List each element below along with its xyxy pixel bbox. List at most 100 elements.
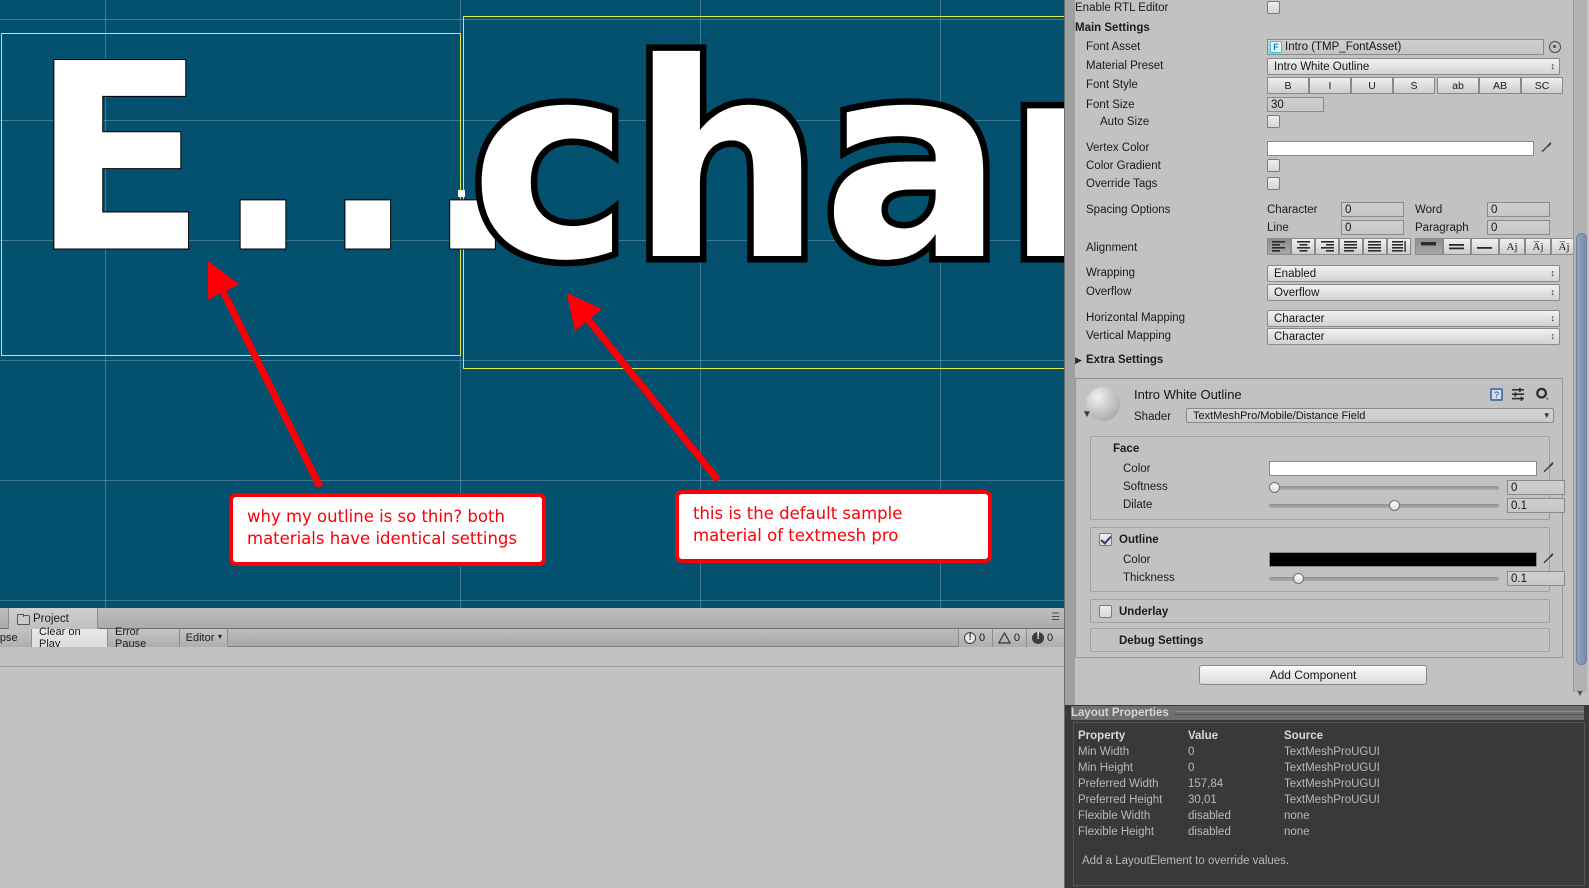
layout-properties-body: Property Value Source Min Width 0 TextMe… bbox=[1073, 722, 1585, 886]
warning-count[interactable]: 0 bbox=[992, 629, 1026, 647]
editor-dropdown[interactable]: Editor ▾ bbox=[180, 629, 228, 647]
vertical-mapping-dropdown[interactable]: Character ↕ bbox=[1267, 328, 1560, 345]
align-right-icon[interactable] bbox=[1315, 238, 1339, 255]
face-dilate-input[interactable]: 0.1 bbox=[1507, 498, 1565, 513]
enable-rtl-editor-checkbox[interactable] bbox=[1267, 1, 1280, 14]
valign-top-icon[interactable] bbox=[1415, 238, 1443, 255]
font-size-input[interactable]: 30 bbox=[1267, 97, 1324, 112]
horizontal-mapping-dropdown[interactable]: Character ↕ bbox=[1267, 310, 1560, 327]
spacing-paragraph-input[interactable]: 0 bbox=[1487, 220, 1550, 235]
inspector-left-strip bbox=[1065, 0, 1075, 705]
collapse-button[interactable]: lapse bbox=[0, 629, 32, 647]
font-asset-field[interactable]: F Intro (TMP_FontAsset) bbox=[1267, 39, 1544, 55]
overflow-dropdown[interactable]: Overflow ↕ bbox=[1267, 284, 1560, 301]
row-override-tags: Override Tags bbox=[1075, 176, 1563, 194]
outline-thickness-slider-knob[interactable] bbox=[1293, 573, 1305, 584]
main-settings-header: Main Settings bbox=[1075, 22, 1150, 34]
font-style-smallcaps-button[interactable]: SC bbox=[1521, 77, 1563, 94]
triangle-right-icon[interactable]: ▶ bbox=[1075, 355, 1082, 366]
spacing-line-input[interactable]: 0 bbox=[1341, 220, 1404, 235]
wrapping-label: Wrapping bbox=[1086, 267, 1136, 279]
underlay-checkbox[interactable] bbox=[1099, 605, 1112, 618]
warning-count-value: 0 bbox=[1013, 632, 1020, 644]
row-value: 0 bbox=[1188, 762, 1195, 774]
triangle-down-icon[interactable]: ▼ bbox=[1082, 409, 1092, 420]
inspector-scrollbar[interactable] bbox=[1573, 0, 1587, 692]
spacing-options-label: Spacing Options bbox=[1086, 204, 1171, 216]
spacing-line-label: Line bbox=[1267, 222, 1289, 234]
chevron-down-icon: ▾ bbox=[1544, 410, 1549, 420]
face-dilate-slider-track[interactable] bbox=[1269, 504, 1499, 508]
scene-grid-line bbox=[0, 480, 1064, 481]
row-value: 0 bbox=[1188, 746, 1195, 758]
bottom-dock: Project ☰ lapse Clear on Play Error Paus… bbox=[0, 608, 1064, 888]
scene-view[interactable]: E... char why my outline is so thin? bot… bbox=[0, 0, 1064, 608]
spacing-character-input[interactable]: 0 bbox=[1341, 202, 1404, 217]
row-source: none bbox=[1284, 810, 1310, 822]
vertex-color-swatch[interactable] bbox=[1267, 141, 1534, 156]
scroll-down-icon[interactable]: ▼ bbox=[1574, 687, 1586, 699]
clear-on-play-button[interactable]: Clear on Play bbox=[32, 626, 108, 650]
add-component-button[interactable]: Add Component bbox=[1199, 665, 1427, 685]
face-softness-slider-track[interactable] bbox=[1269, 486, 1499, 490]
outline-color-swatch[interactable] bbox=[1269, 552, 1537, 567]
material-preset-dropdown[interactable]: Intro White Outline ↕ bbox=[1267, 58, 1560, 75]
eyedropper-icon[interactable] bbox=[1541, 460, 1555, 474]
spacing-word-input[interactable]: 0 bbox=[1487, 202, 1550, 217]
auto-size-checkbox[interactable] bbox=[1267, 115, 1280, 128]
valign-baseline-icon[interactable]: Aj bbox=[1499, 238, 1525, 255]
override-tags-checkbox[interactable] bbox=[1267, 177, 1280, 190]
font-asset-value: Intro (TMP_FontAsset) bbox=[1285, 41, 1402, 53]
face-dilate-slider-knob[interactable] bbox=[1389, 500, 1401, 511]
inspector-scroll-area[interactable]: Enable RTL Editor Main Settings Font Ass… bbox=[1064, 0, 1589, 705]
align-justify-icon[interactable] bbox=[1339, 238, 1363, 255]
font-style-lowercase-button[interactable]: ab bbox=[1437, 77, 1479, 94]
project-panel-body[interactable] bbox=[0, 647, 1064, 888]
align-geometry-icon[interactable] bbox=[1387, 238, 1411, 255]
valign-middle-icon[interactable] bbox=[1443, 238, 1471, 255]
row-property: Flexible Width bbox=[1078, 810, 1151, 822]
spacing-paragraph-label: Paragraph bbox=[1415, 222, 1469, 234]
row-extra-settings[interactable]: ▶ Extra Settings bbox=[1075, 352, 1563, 370]
font-style-italic-button[interactable]: I bbox=[1309, 77, 1351, 94]
help-book-icon[interactable]: ? bbox=[1489, 387, 1504, 402]
font-style-strike-button[interactable]: S bbox=[1393, 77, 1435, 94]
color-gradient-checkbox[interactable] bbox=[1267, 159, 1280, 172]
scene-text-thin: E... bbox=[30, 9, 528, 311]
font-style-uppercase-button[interactable]: AB bbox=[1479, 77, 1521, 94]
table-row: Min Width 0 TextMeshProUGUI bbox=[1078, 744, 1484, 760]
panel-menu-icon[interactable]: ☰ bbox=[1051, 613, 1060, 623]
error-pause-button[interactable]: Error Pause bbox=[108, 626, 180, 650]
eyedropper-icon[interactable] bbox=[1539, 140, 1553, 154]
eyedropper-icon[interactable] bbox=[1541, 551, 1555, 565]
align-left-icon[interactable] bbox=[1267, 238, 1291, 255]
preset-icon[interactable] bbox=[1512, 388, 1526, 401]
object-picker-icon[interactable] bbox=[1549, 41, 1561, 53]
align-flush-icon[interactable] bbox=[1363, 238, 1387, 255]
valign-bottom-icon[interactable] bbox=[1471, 238, 1499, 255]
error-count[interactable]: 0 bbox=[958, 629, 992, 647]
layout-properties-note: Add a LayoutElement to override values. bbox=[1082, 855, 1290, 867]
align-center-icon[interactable] bbox=[1291, 238, 1315, 255]
valign-midline-icon[interactable]: A̅j bbox=[1525, 238, 1551, 255]
inspector-content: Enable RTL Editor Main Settings Font Ass… bbox=[1075, 0, 1577, 705]
outline-thickness-label: Thickness bbox=[1123, 572, 1175, 584]
enable-rtl-editor-label: Enable RTL Editor bbox=[1075, 2, 1169, 14]
inspector-scrollbar-thumb[interactable] bbox=[1576, 233, 1587, 665]
wrapping-dropdown[interactable]: Enabled ↕ bbox=[1267, 265, 1560, 282]
row-property: Min Height bbox=[1078, 762, 1133, 774]
outline-checkbox[interactable] bbox=[1099, 533, 1112, 546]
shader-dropdown[interactable]: TextMeshPro/Mobile/Distance Field ▾ bbox=[1186, 408, 1554, 423]
face-softness-slider-knob[interactable] bbox=[1269, 482, 1280, 493]
debug-settings-group[interactable]: Debug Settings bbox=[1090, 628, 1550, 652]
outline-thickness-input[interactable]: 0.1 bbox=[1507, 571, 1565, 586]
underlay-group[interactable]: Underlay bbox=[1090, 599, 1550, 623]
row-font-size: Font Size 30 bbox=[1075, 97, 1563, 115]
project-panel-content[interactable] bbox=[0, 666, 1064, 888]
face-color-swatch[interactable] bbox=[1269, 461, 1537, 476]
info-count[interactable]: 0 bbox=[1026, 629, 1064, 647]
gear-icon[interactable] bbox=[1535, 387, 1550, 401]
font-style-underline-button[interactable]: U bbox=[1351, 77, 1393, 94]
face-softness-input[interactable]: 0 bbox=[1507, 480, 1565, 495]
font-style-bold-button[interactable]: B bbox=[1267, 77, 1309, 94]
